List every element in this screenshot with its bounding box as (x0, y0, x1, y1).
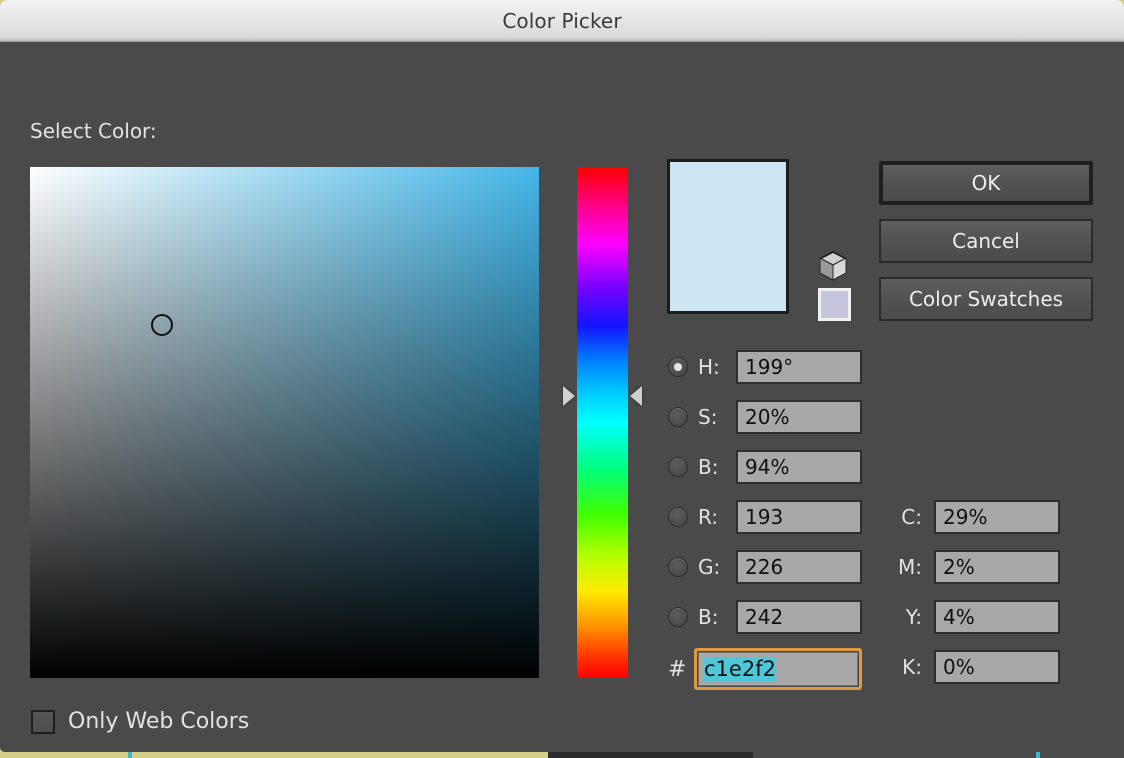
label-yellow: Y: (905, 605, 922, 629)
select-color-label: Select Color: (30, 119, 157, 143)
input-hex[interactable]: c1e2f2 (698, 652, 858, 686)
radio-blue[interactable] (668, 607, 688, 627)
hex-input-focus-ring: c1e2f2 (694, 648, 862, 690)
checkbox-box[interactable] (31, 709, 55, 734)
input-yellow[interactable] (934, 600, 1060, 634)
field-row-cyan: C: (888, 500, 1060, 534)
field-row-blue: B: (668, 600, 862, 634)
input-key[interactable] (934, 650, 1060, 684)
previous-color-swatch[interactable] (818, 288, 851, 321)
label-saturation: S: (698, 405, 718, 429)
label-hue: H: (698, 355, 720, 379)
label-green: G: (698, 555, 721, 579)
field-row-yellow: Y: (888, 600, 1060, 634)
color-field-marker[interactable] (151, 314, 173, 336)
window-title: Color Picker (502, 8, 622, 33)
label-red: R: (698, 505, 719, 529)
only-web-colors-label: Only Web Colors (68, 709, 250, 734)
label-key: K: (902, 655, 922, 679)
ok-button[interactable]: OK (879, 161, 1093, 205)
label-brightness: B: (698, 455, 719, 479)
input-hue[interactable] (736, 350, 862, 384)
label-magenta: M: (898, 555, 922, 579)
field-row-saturation: S: (668, 400, 862, 434)
field-row-hue: H: (668, 350, 862, 384)
only-web-colors-checkbox[interactable]: Only Web Colors (31, 709, 249, 734)
dialog-body: Select Color: OK Cancel Color Swatches H… (0, 42, 1124, 752)
hue-slider[interactable] (577, 167, 628, 678)
field-row-magenta: M: (888, 550, 1060, 584)
color-picker-dialog: Color Picker Select Color: OK Cancel Col… (0, 0, 1124, 752)
field-row-hex: # c1e2f2 (668, 648, 862, 690)
hex-hash-label: # (668, 656, 687, 682)
saturation-brightness-field[interactable] (30, 167, 539, 678)
input-magenta[interactable] (934, 550, 1060, 584)
titlebar[interactable]: Color Picker (0, 0, 1124, 42)
input-saturation[interactable] (736, 400, 862, 434)
color-preview-swatch (667, 159, 789, 314)
hue-slider-handle-left[interactable] (563, 386, 575, 406)
input-brightness[interactable] (736, 450, 862, 484)
input-red[interactable] (736, 500, 862, 534)
label-blue: B: (698, 605, 719, 629)
field-row-key: K: (888, 650, 1060, 684)
radio-green[interactable] (668, 557, 688, 577)
field-row-red: R: (668, 500, 862, 534)
radio-brightness[interactable] (668, 457, 688, 477)
radio-saturation[interactable] (668, 407, 688, 427)
radio-hue[interactable] (668, 357, 688, 377)
radio-red[interactable] (668, 507, 688, 527)
hex-selected-text: c1e2f2 (704, 657, 776, 681)
cancel-button[interactable]: Cancel (879, 219, 1093, 263)
field-row-brightness: B: (668, 450, 862, 484)
field-row-green: G: (668, 550, 862, 584)
hue-slider-handle-right[interactable] (630, 386, 642, 406)
input-green[interactable] (736, 550, 862, 584)
cube-icon[interactable] (818, 250, 848, 282)
color-swatches-button[interactable]: Color Swatches (879, 277, 1093, 321)
input-blue[interactable] (736, 600, 862, 634)
input-cyan[interactable] (934, 500, 1060, 534)
label-cyan: C: (901, 505, 922, 529)
